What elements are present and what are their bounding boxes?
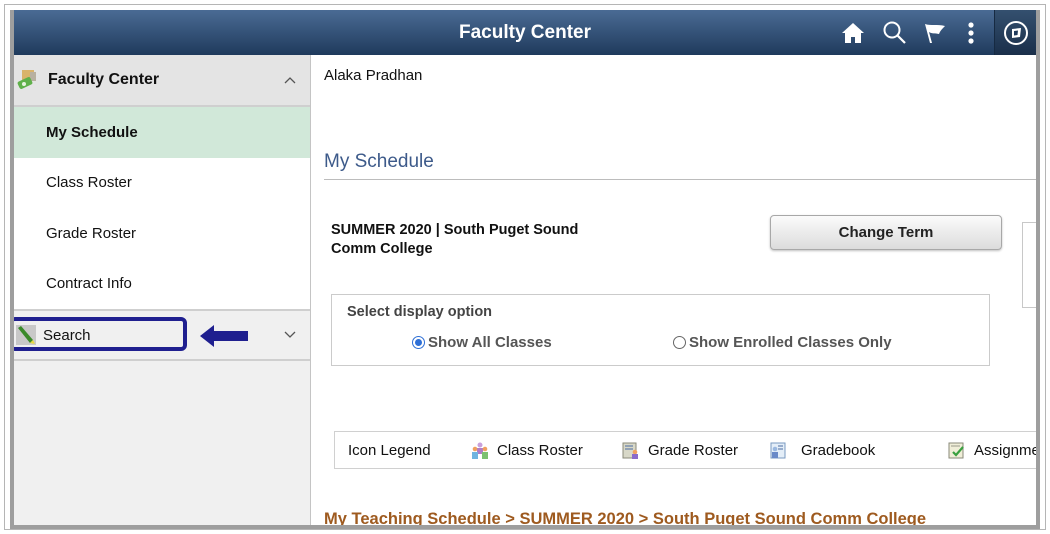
page-title: My Schedule (324, 151, 434, 172)
title-divider (324, 179, 1036, 180)
navbar-compass-icon (1003, 20, 1028, 45)
main-content: Alaka Pradhan My Schedule SUMMER 2020 | … (312, 55, 1036, 525)
radio-selected-icon (412, 336, 425, 349)
legend-label: Gradebook (801, 442, 876, 459)
sidebar: Faculty Center My Schedule Class Roster … (14, 55, 311, 525)
icon-legend-bar: Icon Legend Class Roster Grade Roster Gr… (334, 431, 1040, 469)
icon-legend-title: Icon Legend (348, 442, 431, 459)
display-option-group: Select display option Show All Classes S… (331, 294, 990, 366)
class-roster-icon (472, 442, 488, 459)
annotation-arrow-icon (200, 325, 248, 347)
legend-item-grade-roster: Grade Roster (622, 442, 738, 459)
sidebar-group-search[interactable]: Search (14, 309, 310, 361)
flag-icon[interactable] (920, 18, 950, 48)
gradebook-icon (770, 442, 786, 459)
home-icon[interactable] (838, 18, 868, 48)
search-icon[interactable] (880, 18, 910, 48)
radio-label: Show Enrolled Classes Only (689, 334, 892, 351)
teaching-schedule-breadcrumb: My Teaching Schedule > SUMMER 2020 > Sou… (324, 510, 927, 528)
sidebar-item-contract-info[interactable]: Contract Info (14, 258, 310, 309)
display-option-label: Select display option (347, 304, 493, 320)
user-name: Alaka Pradhan (324, 67, 423, 84)
legend-item-class-roster: Class Roster (471, 442, 583, 459)
change-term-button[interactable]: Change Term (770, 215, 1002, 250)
radio-show-all-classes[interactable]: Show All Classes (412, 334, 552, 351)
screenshot-frame: Faculty Center Faculty Center My Schedul… (4, 4, 1046, 530)
annotation-highlight-box (14, 317, 187, 351)
sidebar-item-my-schedule[interactable]: My Schedule (14, 107, 310, 158)
faculty-center-icon (17, 70, 36, 89)
side-panel-box (1022, 222, 1036, 308)
chevron-down-icon[interactable] (284, 328, 296, 342)
sidebar-item-class-roster[interactable]: Class Roster (14, 157, 310, 208)
sidebar-group-faculty-center[interactable]: Faculty Center (14, 55, 310, 107)
assignment-icon (948, 442, 964, 459)
grade-roster-icon (622, 442, 638, 459)
legend-item-gradebook: Gradebook (769, 442, 875, 459)
top-banner: Faculty Center (14, 10, 1036, 55)
more-options-icon[interactable] (956, 18, 986, 48)
sidebar-group-label: Faculty Center (48, 71, 160, 88)
radio-unselected-icon (673, 336, 686, 349)
current-term: SUMMER 2020 | South Puget Sound Comm Col… (331, 222, 579, 257)
legend-label: Grade Roster (648, 442, 739, 459)
legend-label: Assignme (974, 442, 1040, 459)
legend-label: Class Roster (497, 442, 583, 459)
navbar-button[interactable] (994, 10, 1036, 55)
chevron-up-icon[interactable] (284, 73, 296, 87)
sidebar-item-grade-roster[interactable]: Grade Roster (14, 208, 310, 259)
browser-window: Faculty Center Faculty Center My Schedul… (10, 10, 1040, 529)
radio-label: Show All Classes (428, 334, 552, 351)
radio-show-enrolled-only[interactable]: Show Enrolled Classes Only (673, 334, 892, 351)
legend-item-assignment: Assignme (948, 442, 1040, 459)
